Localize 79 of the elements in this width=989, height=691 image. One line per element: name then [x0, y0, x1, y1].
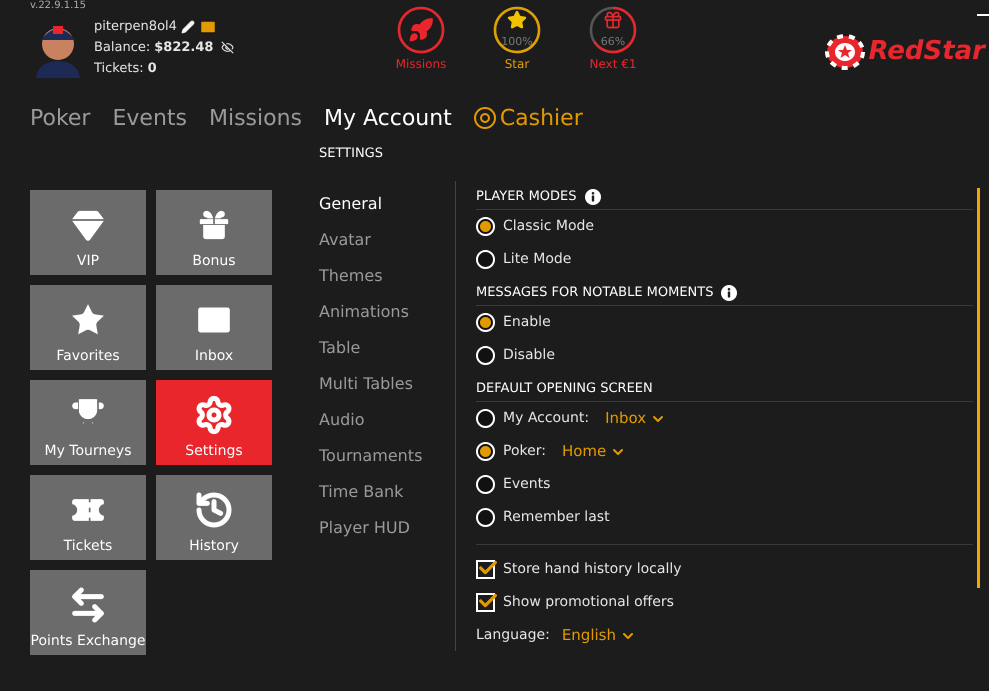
progress-reading: 66%: [600, 35, 626, 48]
settings-menu-item[interactable]: Table: [319, 330, 455, 366]
tickets-label: Tickets:: [94, 60, 144, 78]
language-label: Language:: [476, 626, 550, 645]
section-heading: DEFAULT OPENING SCREEN: [476, 380, 653, 398]
settings-menu-item[interactable]: Themes: [319, 258, 455, 294]
progress-ring[interactable]: 66%: [588, 5, 638, 55]
menu-tile[interactable]: VIP: [30, 190, 146, 275]
menu-tile[interactable]: Bonus: [156, 190, 272, 275]
pencil-icon[interactable]: [180, 20, 195, 34]
checkbox-label[interactable]: Store hand history locally: [503, 559, 682, 580]
settings-menu-item[interactable]: Animations: [319, 294, 455, 330]
progress-label: Next €1: [589, 56, 637, 73]
settings-heading: SETTINGS: [319, 145, 384, 163]
radio-button[interactable]: [476, 313, 495, 332]
settings-menu-item[interactable]: Audio: [319, 402, 455, 438]
nav-tab[interactable]: My Account: [324, 102, 452, 134]
radio-button[interactable]: [476, 250, 495, 269]
radio-button[interactable]: [476, 442, 495, 461]
username: piterpen8ol4: [94, 18, 177, 36]
menu-tile[interactable]: Inbox: [156, 285, 272, 370]
scrollbar[interactable]: [977, 188, 980, 588]
rocket-icon: [410, 18, 433, 42]
gift-icon: [604, 12, 622, 28]
balance-value: $822.48: [154, 39, 214, 57]
info-icon[interactable]: [721, 284, 738, 300]
gear-icon: [194, 395, 234, 435]
option-label[interactable]: Disable: [503, 345, 555, 366]
coin-icon: [474, 107, 496, 129]
radio-button[interactable]: [476, 346, 495, 365]
checkbox-label[interactable]: Show promotional offers: [503, 592, 674, 613]
option-label[interactable]: Enable: [503, 312, 551, 333]
settings-menu-item[interactable]: Tournaments: [319, 438, 455, 474]
option-label[interactable]: Classic Mode: [503, 216, 594, 237]
progress-ring[interactable]: 100%: [492, 5, 542, 55]
menu-tile[interactable]: Tickets: [30, 475, 146, 560]
section-heading: MESSAGES FOR NOTABLE MOMENTS: [476, 284, 714, 302]
menu-tile[interactable]: My Tourneys: [30, 380, 146, 465]
progress-label: Star: [504, 56, 530, 73]
eye-off-icon[interactable]: [221, 41, 234, 54]
language-dropdown[interactable]: English: [562, 624, 636, 647]
settings-menu-item[interactable]: General: [319, 186, 455, 222]
cashier-tab[interactable]: Cashier: [474, 102, 583, 134]
option-label[interactable]: Poker:: [503, 441, 546, 462]
option-label[interactable]: Lite Mode: [503, 249, 572, 270]
section-heading: PLAYER MODES: [476, 188, 577, 206]
settings-menu-item[interactable]: Time Bank: [319, 474, 455, 510]
radio-button[interactable]: [476, 475, 495, 494]
poker-chip-icon: [824, 34, 864, 70]
tickets-value: 0: [148, 60, 157, 78]
nav-tab[interactable]: Events: [112, 102, 187, 134]
screen-dropdown[interactable]: Inbox: [605, 407, 666, 430]
nav-tab[interactable]: Missions: [208, 102, 302, 134]
star-icon: [508, 10, 526, 28]
history-icon: [194, 490, 234, 530]
option-label[interactable]: My Account:: [503, 408, 590, 429]
checkbox[interactable]: [476, 593, 495, 612]
radio-button[interactable]: [476, 508, 495, 527]
option-label[interactable]: Remember last: [503, 507, 610, 528]
logo-text: RedStar: [868, 35, 985, 68]
radio-button[interactable]: [476, 217, 495, 236]
progress-label: Missions: [396, 56, 446, 73]
settings-menu-item[interactable]: Multi Tables: [319, 366, 455, 402]
balance-label: Balance:: [94, 39, 150, 57]
radio-button[interactable]: [476, 409, 495, 428]
version-label: v.22.9.1.15: [30, 0, 88, 12]
option-label[interactable]: Events: [503, 474, 550, 495]
info-icon[interactable]: [584, 188, 601, 204]
menu-tile[interactable]: History: [156, 475, 272, 560]
menu-tile[interactable]: Points Exchange: [30, 570, 146, 655]
settings-menu-item[interactable]: Player HUD: [319, 510, 455, 546]
menu-tile[interactable]: Favorites: [30, 285, 146, 370]
menu-tile[interactable]: Settings: [156, 380, 272, 465]
checkbox[interactable]: [476, 560, 495, 579]
nav-tab[interactable]: Poker: [30, 102, 90, 134]
screen-dropdown[interactable]: Home: [562, 440, 626, 463]
settings-menu-item[interactable]: Avatar: [319, 222, 455, 258]
progress-reading: 100%: [501, 35, 533, 48]
progress-ring[interactable]: [396, 5, 446, 55]
